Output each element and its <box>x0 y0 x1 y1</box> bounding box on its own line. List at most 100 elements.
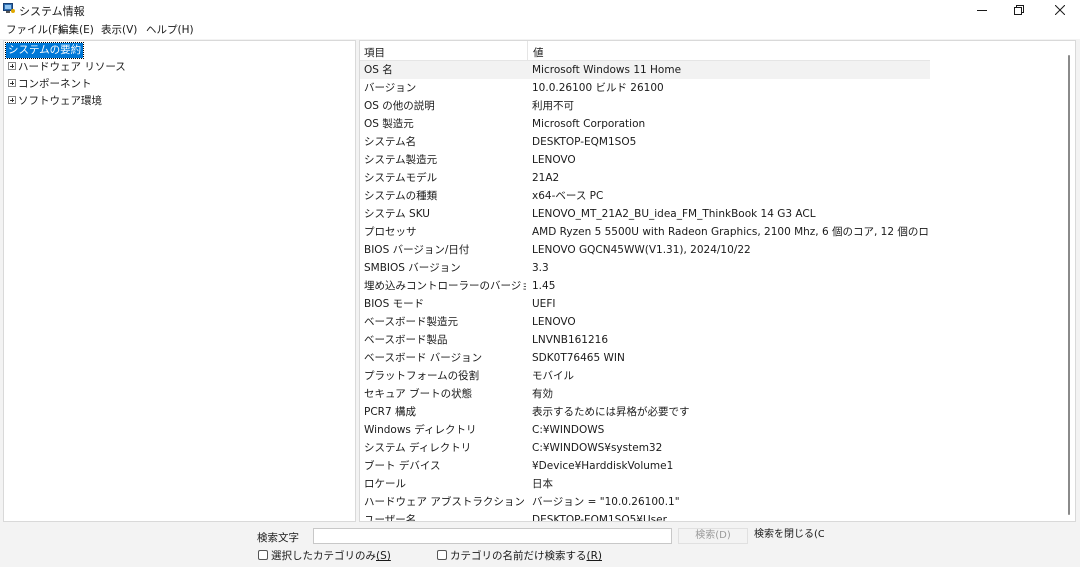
table-row[interactable]: ロケール 日本 <box>360 475 930 493</box>
table-row[interactable]: システム名 DESKTOP-EQM1SO5 <box>360 133 930 151</box>
table-row[interactable]: ベースボード バージョン SDK0T76465 WIN <box>360 349 930 367</box>
table-row[interactable]: システム ディレクトリ C:¥WINDOWS¥system32 <box>360 439 930 457</box>
row-item-cell: セキュア ブートの状態 <box>364 388 473 400</box>
checkbox-selected-category-only[interactable]: 選択したカテゴリのみ(S) <box>258 549 391 563</box>
row-item-cell: システム名 <box>364 136 417 148</box>
row-value-cell: 1.45 <box>532 280 556 292</box>
table-row[interactable]: バージョン 10.0.26100 ビルド 26100 <box>360 79 930 97</box>
tree-item-system-summary[interactable]: システムの要約 <box>4 42 85 59</box>
row-value-cell: LENOVO_MT_21A2_BU_idea_FM_ThinkBook 14 G… <box>532 208 816 220</box>
list-header: 項目 値 <box>360 41 930 61</box>
checkbox-box[interactable] <box>258 550 268 560</box>
tree-item-label: コンポーネント <box>18 78 92 90</box>
row-item-cell: システムの種類 <box>364 190 438 202</box>
checkbox-accel: (R) <box>586 550 603 562</box>
restore-button[interactable] <box>999 0 1039 20</box>
table-row[interactable]: ユーザー名 DESKTOP-EQM1SO5¥User <box>360 511 930 522</box>
row-value-cell: SDK0T76465 WIN <box>532 352 625 364</box>
table-row[interactable]: ハードウェア アブストラクション レイヤーバージョン = "10.0.26100… <box>360 493 930 511</box>
table-row[interactable]: プラットフォームの役割 モバイル <box>360 367 930 385</box>
menu-bar: ファイル(F) 編集(E) 表示(V) ヘルプ(H) <box>0 20 1080 39</box>
row-item-cell: システム SKU <box>364 208 430 220</box>
search-label: 検索文字 <box>257 532 299 544</box>
find-button[interactable]: 検索(D) <box>678 528 748 544</box>
table-row[interactable]: システム SKU LENOVO_MT_21A2_BU_idea_FM_ThinkB… <box>360 205 930 223</box>
vertical-scrollbar[interactable] <box>1063 41 1075 521</box>
row-value-cell: DESKTOP-EQM1SO5¥User <box>532 514 667 522</box>
close-button[interactable] <box>1040 0 1080 20</box>
column-header-value[interactable]: 値 <box>533 45 544 60</box>
close-icon <box>1055 5 1065 15</box>
list-rows: OS 名 Microsoft Windows 11 Home バージョン 10.0.2… <box>360 61 930 522</box>
category-tree[interactable]: システムの要約 ハードウェア リソース コンポーネント ソフトウェア環境 <box>3 40 356 522</box>
row-value-cell: 3.3 <box>532 262 549 274</box>
row-value-cell: LENOVO GQCN45WW(V1.31), 2024/10/22 <box>532 244 751 256</box>
row-item-cell: システムモデル <box>364 172 438 184</box>
table-row[interactable]: ベースボード製造元 LENOVO <box>360 313 930 331</box>
tree-item-label: ソフトウェア環境 <box>18 95 102 107</box>
table-row[interactable]: セキュア ブートの状態 有効 <box>360 385 930 403</box>
minimize-button[interactable] <box>962 0 1002 20</box>
row-value-cell: LENOVO <box>532 154 576 166</box>
menu-help[interactable]: ヘルプ(H) <box>146 22 194 37</box>
expand-plus-icon[interactable] <box>8 62 16 70</box>
table-row[interactable]: プロセッサ AMD Ryzen 5 5500U with Radeon Graph… <box>360 223 930 241</box>
row-value-cell: バージョン = "10.0.26100.1" <box>532 496 680 508</box>
checkbox-box[interactable] <box>437 550 447 560</box>
title-bar: システム情報 <box>0 0 1080 20</box>
table-row[interactable]: Windows ディレクトリ C:¥WINDOWS <box>360 421 930 439</box>
menu-file[interactable]: ファイル(F) <box>6 22 62 37</box>
row-value-cell: AMD Ryzen 5 5500U with Radeon Graphics, … <box>532 226 928 238</box>
column-header-item[interactable]: 項目 <box>364 45 385 60</box>
window-title: システム情報 <box>19 5 85 18</box>
menu-edit[interactable]: 編集(E) <box>58 22 94 37</box>
tree-item-hardware-resources[interactable]: ハードウェア リソース <box>8 60 126 75</box>
expand-plus-icon[interactable] <box>8 79 16 87</box>
row-value-cell: DESKTOP-EQM1SO5 <box>532 136 637 148</box>
row-value-cell: 利用不可 <box>532 100 574 112</box>
table-row[interactable]: OS 製造元 Microsoft Corporation <box>360 115 930 133</box>
details-list[interactable]: 項目 値 OS 名 Microsoft Windows 11 Home バージョン 1… <box>359 40 1076 522</box>
table-row[interactable]: ブート デバイス ¥Device¥HarddiskVolume1 <box>360 457 930 475</box>
row-item-cell: OS の他の説明 <box>364 100 435 112</box>
tree-item-software-environment[interactable]: ソフトウェア環境 <box>8 94 102 109</box>
row-item-cell: ベースボード バージョン <box>364 352 483 364</box>
table-row[interactable]: BIOS モード UEFI <box>360 295 930 313</box>
row-value-cell: UEFI <box>532 298 556 310</box>
row-item-cell: システム製造元 <box>364 154 438 166</box>
row-value-cell: 日本 <box>532 478 553 490</box>
table-row[interactable]: SMBIOS バージョン 3.3 <box>360 259 930 277</box>
table-row[interactable]: システムの種類 x64-ベース PC <box>360 187 930 205</box>
table-row[interactable]: システム製造元 LENOVO <box>360 151 930 169</box>
row-item-cell: ベースボード製品 <box>364 334 448 346</box>
tree-item-label: ハードウェア リソース <box>18 61 126 73</box>
row-value-cell: 21A2 <box>532 172 560 184</box>
table-row[interactable]: PCR7 構成 表示するためには昇格が必要です <box>360 403 930 421</box>
row-item-cell: OS 製造元 <box>364 118 414 130</box>
row-value-cell: 有効 <box>532 388 553 400</box>
menu-view[interactable]: 表示(V) <box>101 22 137 37</box>
checkbox-category-names-only[interactable]: カテゴリの名前だけ検索する(R) <box>437 549 602 563</box>
row-item-cell: BIOS モード <box>364 298 425 310</box>
table-row[interactable]: システムモデル 21A2 <box>360 169 930 187</box>
row-item-cell: ブート デバイス <box>364 460 441 472</box>
close-find-button[interactable]: 検索を閉じる(C <box>752 528 824 544</box>
row-item-cell: SMBIOS バージョン <box>364 262 461 274</box>
table-row[interactable]: 埋め込みコントローラーのバージョン 1.45 <box>360 277 930 295</box>
scrollbar-thumb[interactable] <box>1068 55 1070 515</box>
table-row[interactable]: OS 名 Microsoft Windows 11 Home <box>360 61 930 79</box>
row-item-cell: BIOS バージョン/日付 <box>364 244 470 256</box>
row-item-cell: ハードウェア アブストラクション レイヤー <box>364 496 526 508</box>
expand-plus-icon[interactable] <box>8 96 16 104</box>
table-row[interactable]: ベースボード製品 LNVNB161216 <box>360 331 930 349</box>
tree-item-components[interactable]: コンポーネント <box>8 77 92 92</box>
row-value-cell: LENOVO <box>532 316 576 328</box>
row-value-cell: モバイル <box>532 370 574 382</box>
table-row[interactable]: BIOS バージョン/日付 LENOVO GQCN45WW(V1.31), 202… <box>360 241 930 259</box>
row-value-cell: ¥Device¥HarddiskVolume1 <box>532 460 674 472</box>
search-input[interactable] <box>313 528 672 544</box>
find-bar: 検索文字 検索(D) 検索を閉じる(C 選択したカテゴリのみ(S) カテゴリの名… <box>0 523 1080 567</box>
row-item-cell: 埋め込みコントローラーのバージョン <box>364 280 526 292</box>
table-row[interactable]: OS の他の説明 利用不可 <box>360 97 930 115</box>
column-divider[interactable] <box>527 41 528 61</box>
